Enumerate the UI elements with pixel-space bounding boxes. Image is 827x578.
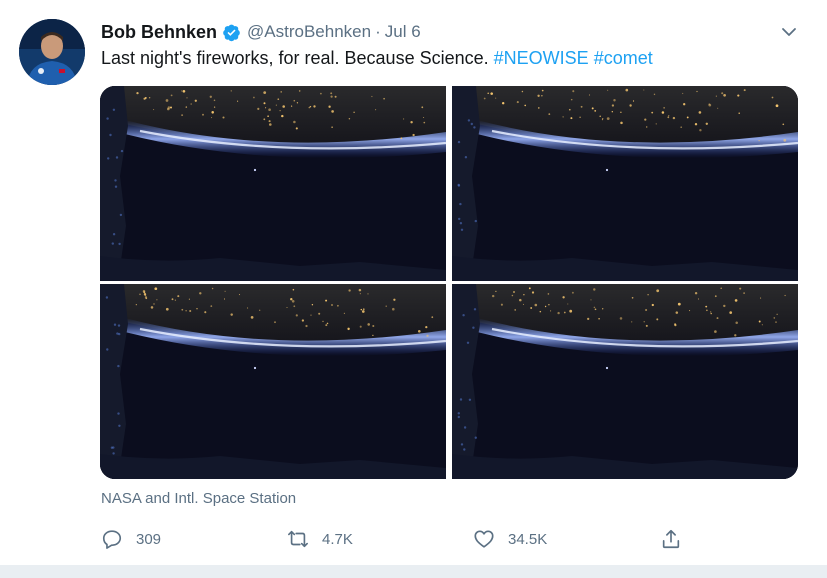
author-handle[interactable]: @AstroBehnken — [247, 22, 371, 42]
photo-4[interactable] — [452, 284, 798, 479]
share-icon — [662, 529, 680, 549]
avatar[interactable] — [19, 19, 85, 85]
reply-button[interactable]: 309 — [101, 527, 161, 551]
verified-badge-icon — [222, 23, 241, 42]
photo-image — [100, 86, 446, 281]
retweet-count: 4.7K — [322, 530, 353, 548]
photo-2[interactable] — [452, 86, 798, 281]
tweet-date[interactable]: Jul 6 — [385, 22, 421, 42]
heart-icon — [474, 530, 494, 548]
tweet-header: Bob Behnken @AstroBehnken · Jul 6 — [101, 20, 421, 44]
timeline-divider — [0, 565, 827, 578]
chevron-down-icon[interactable] — [779, 22, 799, 42]
display-name[interactable]: Bob Behnken — [101, 22, 217, 43]
like-button[interactable]: 34.5K — [473, 527, 547, 551]
photo-1[interactable] — [100, 86, 446, 281]
retweet-button[interactable]: 4.7K — [287, 527, 353, 551]
photo-grid — [100, 86, 798, 479]
share-button[interactable] — [660, 527, 695, 551]
tweet-card[interactable]: Bob Behnken @AstroBehnken · Jul 6 Last n… — [0, 0, 827, 565]
location-label[interactable]: NASA and Intl. Space Station — [101, 490, 296, 507]
reply-icon — [102, 530, 122, 549]
retweet-icon — [288, 530, 308, 548]
like-count: 34.5K — [508, 530, 548, 548]
tweet-body: Last night's fireworks, for real. Becaus… — [101, 48, 489, 68]
photo-image — [100, 284, 446, 479]
separator: · — [375, 22, 381, 41]
photo-image — [452, 284, 798, 479]
tweet-text: Last night's fireworks, for real. Becaus… — [101, 48, 653, 69]
hashtag-neowise[interactable]: #NEOWISE — [494, 48, 589, 68]
photo-3[interactable] — [100, 284, 446, 479]
photo-image — [452, 86, 798, 281]
hashtag-comet[interactable]: #comet — [594, 48, 653, 68]
avatar-image — [19, 19, 85, 85]
reply-count: 309 — [136, 530, 162, 548]
